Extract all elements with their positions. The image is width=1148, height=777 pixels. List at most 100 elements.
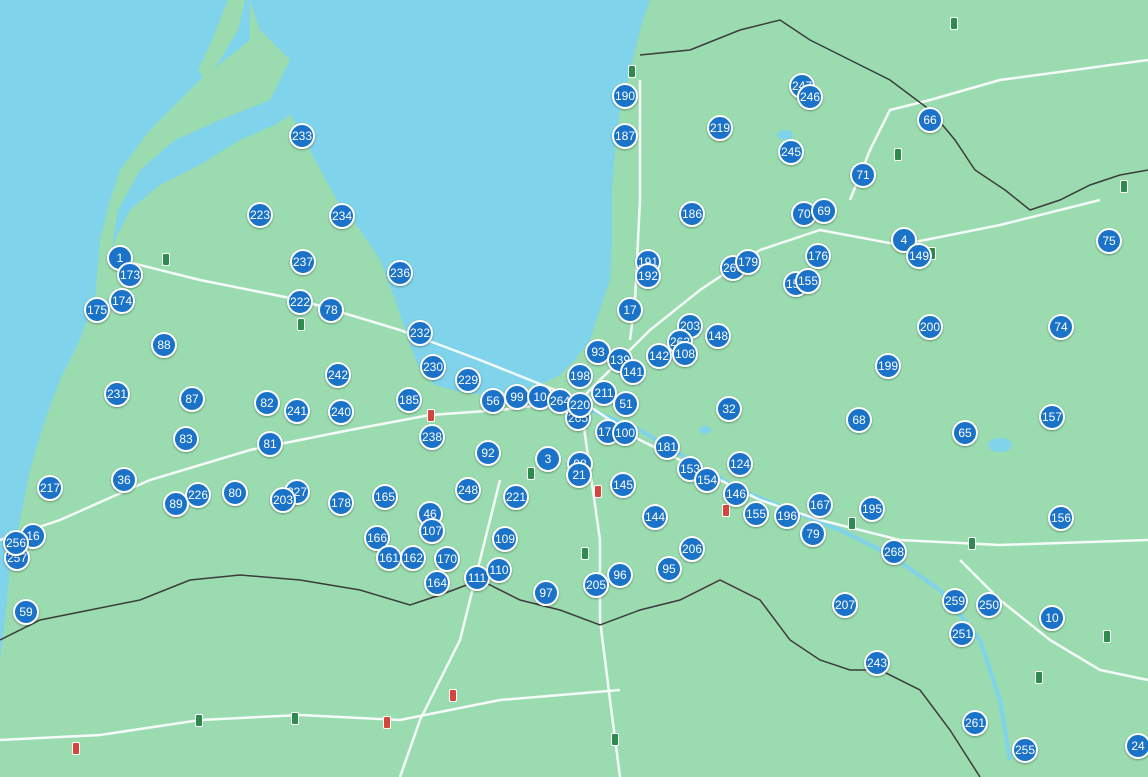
map-marker-245[interactable]: 245 <box>778 139 804 165</box>
map-marker-97[interactable]: 97 <box>533 580 559 606</box>
map-marker-3[interactable]: 3 <box>535 446 561 472</box>
map-marker-155b[interactable]: 155 <box>743 501 769 527</box>
map-marker-156[interactable]: 156 <box>1048 505 1074 531</box>
map-marker-187[interactable]: 187 <box>612 123 638 149</box>
map-marker-255[interactable]: 255 <box>1012 737 1038 763</box>
map-marker-165[interactable]: 165 <box>372 484 398 510</box>
map-marker-89[interactable]: 89 <box>163 491 189 517</box>
map-marker-69[interactable]: 69 <box>811 198 837 224</box>
map-marker-181[interactable]: 181 <box>654 434 680 460</box>
map-marker-88[interactable]: 88 <box>151 332 177 358</box>
map-marker-207[interactable]: 207 <box>832 592 858 618</box>
map-marker-10b[interactable]: 10 <box>1039 605 1065 631</box>
map-marker-59[interactable]: 59 <box>13 599 39 625</box>
map-marker-17[interactable]: 17 <box>617 297 643 323</box>
map-marker-223[interactable]: 223 <box>247 202 273 228</box>
map-marker-238[interactable]: 238 <box>419 424 445 450</box>
map-marker-248[interactable]: 248 <box>455 477 481 503</box>
map-marker-268[interactable]: 268 <box>881 539 907 565</box>
map-marker-155[interactable]: 155 <box>795 268 821 294</box>
map-marker-95[interactable]: 95 <box>656 556 682 582</box>
map-marker-241[interactable]: 241 <box>284 398 310 424</box>
map-canvas[interactable] <box>0 0 1148 777</box>
map-marker-144[interactable]: 144 <box>642 504 668 530</box>
map-marker-107[interactable]: 107 <box>419 518 445 544</box>
map-marker-82[interactable]: 82 <box>254 390 280 416</box>
map-marker-21[interactable]: 21 <box>566 462 592 488</box>
map-marker-237[interactable]: 237 <box>290 249 316 275</box>
map-marker-231[interactable]: 231 <box>104 381 130 407</box>
map-marker-259[interactable]: 259 <box>942 588 968 614</box>
map-marker-148[interactable]: 148 <box>705 323 731 349</box>
map-marker-233[interactable]: 233 <box>289 123 315 149</box>
map-marker-243[interactable]: 243 <box>864 650 890 676</box>
map-marker-170[interactable]: 170 <box>434 546 460 572</box>
map-marker-65[interactable]: 65 <box>952 420 978 446</box>
map-marker-205[interactable]: 205 <box>583 572 609 598</box>
map-marker-174[interactable]: 174 <box>109 288 135 314</box>
map-marker-217[interactable]: 217 <box>37 475 63 501</box>
map-marker-220[interactable]: 220 <box>567 392 593 418</box>
map-marker-146[interactable]: 146 <box>723 481 749 507</box>
map-marker-261[interactable]: 261 <box>962 710 988 736</box>
map-marker-234[interactable]: 234 <box>329 203 355 229</box>
map-marker-179[interactable]: 179 <box>735 249 761 275</box>
map-marker-109[interactable]: 109 <box>492 526 518 552</box>
map-marker-141[interactable]: 141 <box>620 359 646 385</box>
map-marker-186[interactable]: 186 <box>679 201 705 227</box>
map-marker-80[interactable]: 80 <box>222 480 248 506</box>
map-marker-79[interactable]: 79 <box>800 521 826 547</box>
map-marker-149[interactable]: 149 <box>906 243 932 269</box>
map-marker-251[interactable]: 251 <box>949 621 975 647</box>
map-marker-236[interactable]: 236 <box>387 260 413 286</box>
map-marker-78[interactable]: 78 <box>318 297 344 323</box>
map-marker-83[interactable]: 83 <box>173 426 199 452</box>
map-marker-32[interactable]: 32 <box>716 396 742 422</box>
map-marker-246[interactable]: 246 <box>797 84 823 110</box>
map-marker-66[interactable]: 66 <box>917 107 943 133</box>
map-marker-71[interactable]: 71 <box>850 162 876 188</box>
map-marker-219[interactable]: 219 <box>707 115 733 141</box>
map-marker-92[interactable]: 92 <box>475 440 501 466</box>
map-marker-198[interactable]: 198 <box>567 363 593 389</box>
map-marker-56[interactable]: 56 <box>480 388 506 414</box>
map-marker-68[interactable]: 68 <box>846 407 872 433</box>
map-marker-164[interactable]: 164 <box>424 570 450 596</box>
map-marker-230[interactable]: 230 <box>420 354 446 380</box>
map-marker-51[interactable]: 51 <box>613 391 639 417</box>
map-marker-240[interactable]: 240 <box>328 399 354 425</box>
map-marker-250[interactable]: 250 <box>976 592 1002 618</box>
map-marker-222[interactable]: 222 <box>287 289 313 315</box>
map-marker-256[interactable]: 256 <box>3 530 29 556</box>
map-marker-87[interactable]: 87 <box>179 386 205 412</box>
map-marker-192[interactable]: 192 <box>635 263 661 289</box>
map-marker-74[interactable]: 74 <box>1048 314 1074 340</box>
map-marker-203b[interactable]: 203 <box>270 487 296 513</box>
map-marker-154[interactable]: 154 <box>694 467 720 493</box>
map-marker-157[interactable]: 157 <box>1039 404 1065 430</box>
map-marker-75[interactable]: 75 <box>1096 228 1122 254</box>
map-marker-206[interactable]: 206 <box>679 536 705 562</box>
map-marker-96[interactable]: 96 <box>607 562 633 588</box>
map-marker-195[interactable]: 195 <box>859 496 885 522</box>
map-marker-167[interactable]: 167 <box>807 492 833 518</box>
map-marker-200[interactable]: 200 <box>917 314 943 340</box>
map-marker-196[interactable]: 196 <box>774 503 800 529</box>
map-marker-24[interactable]: 24 <box>1125 733 1148 759</box>
map-marker-173[interactable]: 173 <box>117 262 143 288</box>
map-marker-145[interactable]: 145 <box>610 472 636 498</box>
map-marker-108[interactable]: 108 <box>672 341 698 367</box>
map-marker-232[interactable]: 232 <box>407 320 433 346</box>
map-marker-178[interactable]: 178 <box>328 490 354 516</box>
map-marker-162[interactable]: 162 <box>400 545 426 571</box>
map-marker-175[interactable]: 175 <box>84 297 110 323</box>
map-marker-81[interactable]: 81 <box>257 431 283 457</box>
map-marker-229[interactable]: 229 <box>455 367 481 393</box>
map-marker-142[interactable]: 142 <box>646 343 672 369</box>
map-marker-185[interactable]: 185 <box>396 387 422 413</box>
map-marker-221[interactable]: 221 <box>503 484 529 510</box>
map-marker-124[interactable]: 124 <box>727 451 753 477</box>
map-marker-110[interactable]: 110 <box>486 557 512 583</box>
map-marker-190[interactable]: 190 <box>612 83 638 109</box>
map-marker-161[interactable]: 161 <box>376 545 402 571</box>
